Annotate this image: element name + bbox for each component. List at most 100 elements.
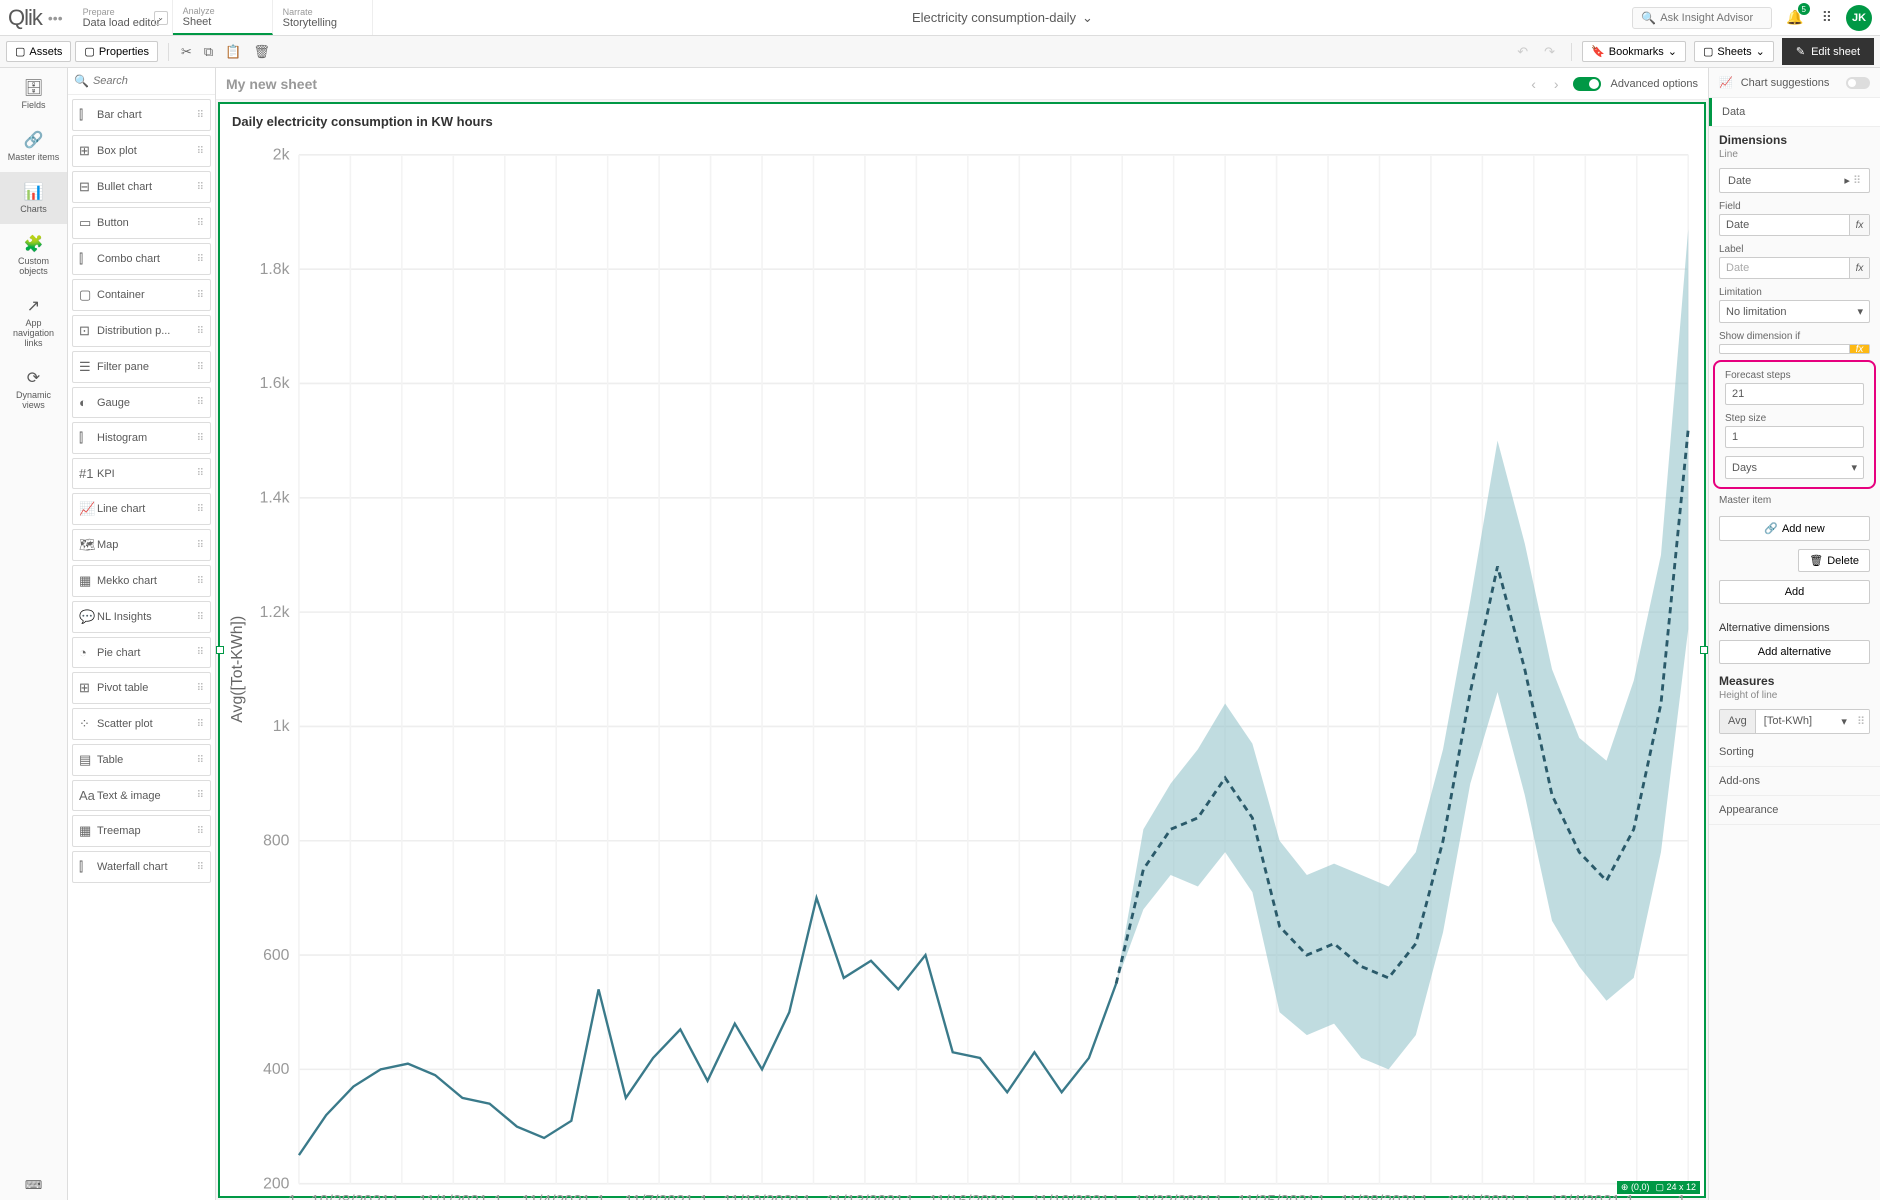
cut-icon[interactable]: ✂ — [175, 40, 198, 64]
nav-prepare[interactable]: Prepare Data load editor ⌄ — [73, 0, 173, 35]
chart-type-icon: ⫿ — [79, 251, 97, 267]
accordion-sorting[interactable]: Sorting — [1709, 738, 1880, 766]
paste-icon[interactable]: 📋 — [219, 40, 247, 64]
forecast-steps-input[interactable]: 21 — [1725, 383, 1864, 405]
chart-type-item[interactable]: 🗺Map⠿ — [72, 529, 211, 561]
nav-narrate[interactable]: Narrate Storytelling — [273, 0, 373, 35]
drag-handle-icon: ⠿ — [197, 826, 204, 837]
drag-handle-icon: ⠿ — [197, 218, 204, 229]
undo-icon[interactable]: ↶ — [1511, 40, 1534, 64]
sheets-button[interactable]: ▢Sheets ⌄ — [1694, 41, 1774, 62]
chart-type-item[interactable]: ⫿Histogram⠿ — [72, 422, 211, 454]
add-alternative-button[interactable]: Add alternative — [1719, 640, 1870, 664]
accordion-addons[interactable]: Add-ons — [1709, 767, 1880, 795]
limitation-select[interactable]: No limitation▾ — [1719, 300, 1870, 323]
nav-analyze[interactable]: Analyze Sheet — [173, 0, 273, 35]
chart-type-item[interactable]: ⫿Combo chart⠿ — [72, 243, 211, 275]
copy-icon[interactable]: ⧉ — [198, 40, 219, 64]
show-if-input[interactable]: fx — [1719, 344, 1870, 354]
chart-type-item[interactable]: ▦Treemap⠿ — [72, 815, 211, 847]
rail-charts[interactable]: 📊Charts — [0, 172, 67, 224]
advanced-options-toggle[interactable] — [1573, 77, 1601, 91]
chart-type-item[interactable]: #1KPI⠿ — [72, 458, 211, 489]
step-size-input[interactable]: 1 — [1725, 426, 1864, 448]
chart-visualization[interactable]: Daily electricity consumption in KW hour… — [218, 102, 1706, 1198]
chart-suggestions-label: Chart suggestions — [1741, 77, 1830, 89]
rail-custom-objects[interactable]: 🧩Custom objects — [0, 224, 67, 286]
insight-search-input[interactable] — [1660, 12, 1763, 24]
chart-type-item[interactable]: ⊟Bullet chart⠿ — [72, 171, 211, 203]
redo-icon[interactable]: ↷ — [1538, 40, 1561, 64]
chart-type-item[interactable]: ☰Filter pane⠿ — [72, 351, 211, 383]
pencil-icon: ✎ — [1796, 45, 1805, 58]
link-icon: 🔗 — [4, 130, 63, 150]
delete-button[interactable]: 🗑Delete — [1798, 549, 1870, 572]
chevron-down-icon[interactable]: ⌄ — [154, 11, 168, 25]
rail-app-nav[interactable]: ↗App navigation links — [0, 286, 67, 358]
chart-type-item[interactable]: ▦Mekko chart⠿ — [72, 565, 211, 597]
svg-text:11/10/2021: 11/10/2021 — [723, 1193, 801, 1200]
add-new-button[interactable]: 🔗Add new — [1719, 516, 1870, 541]
svg-text:1...: 1... — [905, 1193, 927, 1200]
next-sheet-icon[interactable]: › — [1550, 72, 1563, 96]
chevron-down-icon: ▾ — [1835, 710, 1853, 733]
add-dbutton[interactable]: Add — [1719, 580, 1870, 604]
apps-grid-icon[interactable]: ⠿ — [1818, 5, 1836, 30]
fx-button[interactable]: fx — [1849, 345, 1869, 353]
chart-type-item[interactable]: ▢Container⠿ — [72, 279, 211, 311]
chart-type-icon: 🗺 — [79, 537, 97, 553]
chart-type-item[interactable]: ▤Table⠿ — [72, 744, 211, 776]
chart-suggestions-toggle[interactable] — [1846, 77, 1870, 89]
svg-text:1.4k: 1.4k — [260, 490, 290, 507]
step-unit-select[interactable]: Days▾ — [1725, 456, 1864, 479]
rail-fields[interactable]: 🗄Fields — [0, 68, 67, 120]
chart-type-item[interactable]: 💬NL Insights⠿ — [72, 601, 211, 633]
label-input[interactable]: Datefx — [1719, 257, 1870, 279]
user-avatar[interactable]: JK — [1846, 5, 1872, 31]
accordion-data[interactable]: Data — [1709, 98, 1880, 126]
dimension-pill[interactable]: Date ▸ ⠿ — [1719, 168, 1870, 193]
svg-text:11/28/2021: 11/28/2021 — [1341, 1193, 1419, 1200]
rail-master-items[interactable]: 🔗Master items — [0, 120, 67, 172]
insight-advisor-search[interactable]: 🔍 — [1632, 7, 1772, 29]
drag-handle-icon: ⠿ — [197, 576, 204, 587]
assets-button[interactable]: ▢Assets — [6, 41, 71, 62]
fx-button[interactable]: fx — [1849, 215, 1869, 235]
accordion-appearance[interactable]: Appearance — [1709, 796, 1880, 824]
measure-pill[interactable]: Avg [Tot-KWh] ▾ ⠿ — [1719, 709, 1870, 734]
chart-type-item[interactable]: ◐Gauge⠿ — [72, 387, 211, 418]
delete-icon[interactable]: 🗑 — [247, 40, 276, 64]
qlik-logo: Qlik — [8, 5, 42, 31]
layout-icon: ▢ — [84, 45, 94, 58]
keyboard-icon[interactable]: ⌨ — [25, 1178, 42, 1192]
chart-type-item[interactable]: ⫿Bar chart⠿ — [72, 99, 211, 131]
logo-menu-icon[interactable]: ••• — [48, 10, 63, 26]
notification-icon[interactable]: 🔔5 — [1782, 5, 1807, 30]
prev-sheet-icon[interactable]: ‹ — [1527, 72, 1540, 96]
chart-type-icon: ⊞ — [79, 143, 97, 159]
drag-handle-icon: ⠿ — [197, 755, 204, 766]
chart-type-item[interactable]: ⊞Box plot⠿ — [72, 135, 211, 167]
sheet-title: My new sheet — [226, 76, 317, 92]
svg-text:1...: 1... — [494, 1193, 516, 1200]
bookmarks-button[interactable]: 🔖Bookmarks ⌄ — [1582, 41, 1686, 62]
chart-type-item[interactable]: AaText & image⠿ — [72, 780, 211, 811]
properties-button[interactable]: ▢Properties — [75, 41, 158, 62]
chart-type-item[interactable]: ◔Pie chart⠿ — [72, 637, 211, 668]
svg-text:1...: 1... — [1214, 1193, 1236, 1200]
app-title[interactable]: Electricity consumption-daily ⌄ — [373, 10, 1633, 26]
edit-sheet-button[interactable]: ✎Edit sheet — [1782, 38, 1874, 65]
chart-type-item[interactable]: ▭Button⠿ — [72, 207, 211, 239]
chart-search-input[interactable] — [93, 75, 209, 87]
chart-type-item[interactable]: 📈Line chart⠿ — [72, 493, 211, 525]
rail-dynamic-views[interactable]: ⟳Dynamic views — [0, 358, 67, 420]
chart-type-item[interactable]: ⊞Pivot table⠿ — [72, 672, 211, 704]
chart-type-icon: #1 — [79, 466, 97, 481]
svg-text:600: 600 — [263, 947, 290, 964]
master-item-label: Master item — [1719, 495, 1870, 506]
fx-button[interactable]: fx — [1849, 258, 1869, 278]
field-input[interactable]: Datefx — [1719, 214, 1870, 236]
chart-type-item[interactable]: ⫿Waterfall chart⠿ — [72, 851, 211, 883]
chart-type-item[interactable]: ⊡Distribution p...⠿ — [72, 315, 211, 347]
chart-type-item[interactable]: ⁘Scatter plot⠿ — [72, 708, 211, 740]
